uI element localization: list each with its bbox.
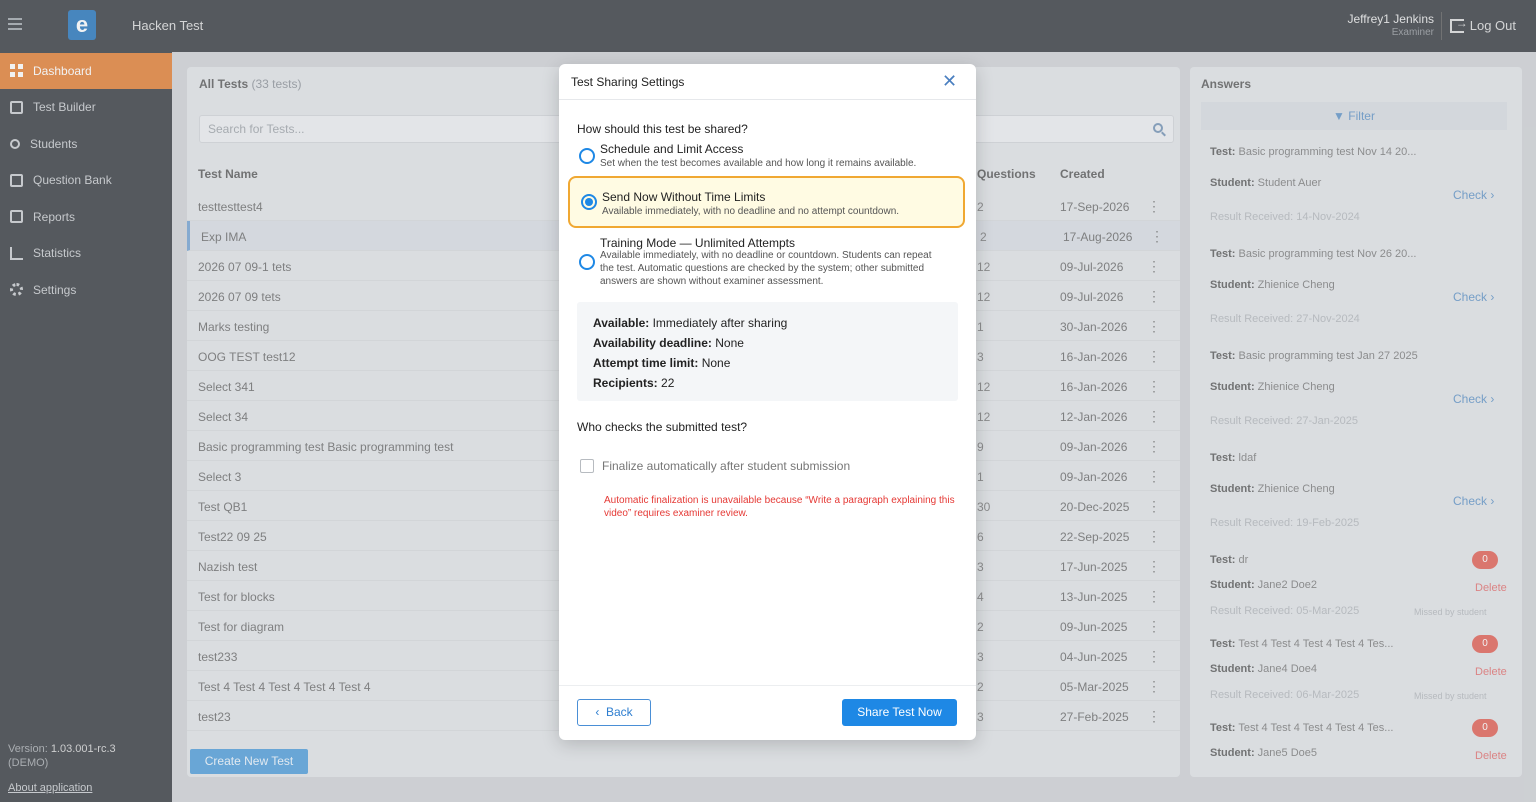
back-label: Back xyxy=(605,705,633,719)
back-button[interactable]: ‹ Back xyxy=(577,699,651,726)
summary-available: Available: Immediately after sharing xyxy=(593,316,788,330)
test-sharing-modal: Test Sharing Settings ✕ How should this … xyxy=(559,64,976,740)
option-training-mode[interactable]: Training Mode — Unlimited Attempts Avail… xyxy=(568,230,965,292)
checker-question: Who checks the submitted test? xyxy=(577,420,748,434)
option-schedule-limit[interactable]: Schedule and Limit Access Set when the t… xyxy=(568,138,965,176)
summary-time-limit: Attempt time limit: None xyxy=(593,356,731,370)
option-send-now[interactable]: Send Now Without Time Limits Available i… xyxy=(568,176,965,228)
summary-recipients: Recipients: 22 xyxy=(593,376,675,390)
close-icon[interactable]: ✕ xyxy=(942,72,957,90)
option-description: Set when the test becomes available and … xyxy=(600,158,917,169)
chevron-left-icon: ‹ xyxy=(595,705,600,719)
share-test-now-button[interactable]: Share Test Now xyxy=(842,699,957,726)
option-title: Send Now Without Time Limits xyxy=(602,190,766,204)
sharing-question: How should this test be shared? xyxy=(577,122,748,136)
sharing-summary: Available: Immediately after sharing Ava… xyxy=(577,302,958,401)
option-title: Training Mode — Unlimited Attempts xyxy=(600,236,795,250)
modal-footer-divider xyxy=(559,685,976,686)
modal-header-divider xyxy=(559,99,976,100)
radio-training-mode[interactable] xyxy=(579,254,595,270)
finalize-checkbox[interactable] xyxy=(580,459,594,473)
summary-deadline: Availability deadline: None xyxy=(593,336,744,350)
option-description: Available immediately, with no deadline … xyxy=(600,250,932,287)
modal-title: Test Sharing Settings xyxy=(571,75,685,89)
option-title: Schedule and Limit Access xyxy=(600,142,744,156)
option-description: Available immediately, with no deadline … xyxy=(602,206,900,217)
radio-send-now[interactable] xyxy=(581,194,597,210)
finalize-label: Finalize automatically after student sub… xyxy=(602,459,851,473)
finalize-warning: Automatic finalization is unavailable be… xyxy=(604,495,955,519)
radio-schedule-limit[interactable] xyxy=(579,148,595,164)
